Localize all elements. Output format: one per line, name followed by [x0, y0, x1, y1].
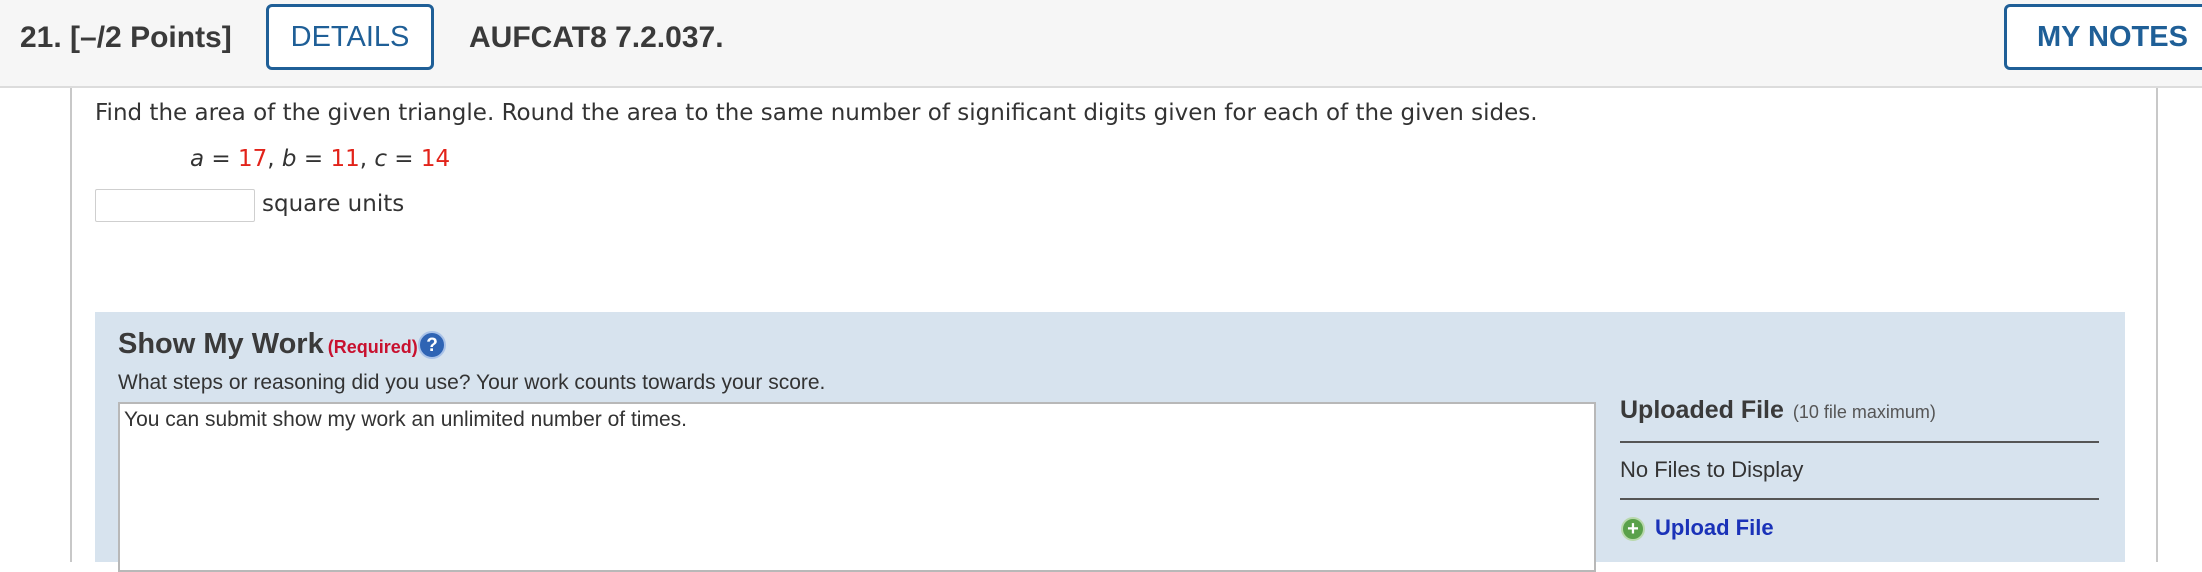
required-label: (Required)	[327, 337, 418, 357]
uploaded-file-max: (10 file maximum)	[1792, 402, 1936, 422]
question-prompt: Find the area of the given triangle. Rou…	[95, 100, 1538, 126]
show-my-work-title-text: Show My Work	[118, 328, 324, 360]
question-header: 21. [–/2 Points] DETAILS AUFCAT8 7.2.037…	[0, 0, 2202, 88]
side-c-var: c	[374, 146, 387, 172]
uploaded-file-title: Uploaded File	[1620, 396, 1784, 424]
problem-code: AUFCAT8 7.2.037.	[469, 21, 724, 54]
side-a-var: a	[190, 146, 205, 172]
answer-units: square units	[262, 191, 405, 217]
triangle-sides: a = 17, b = 11, c = 14	[190, 146, 451, 172]
side-c-value: 14	[420, 146, 451, 172]
side-a-value: 17	[238, 146, 268, 172]
divider	[1620, 498, 2099, 500]
divider	[1620, 441, 2099, 443]
show-my-work-subtitle: What steps or reasoning did you use? You…	[118, 371, 826, 394]
show-my-work-title: Show My Work (Required)	[118, 328, 418, 361]
no-files-message: No Files to Display	[1620, 457, 1804, 482]
help-icon[interactable]: ?	[418, 331, 446, 359]
details-button[interactable]: DETAILS	[266, 4, 434, 70]
side-b-var: b	[281, 146, 297, 172]
plus-circle-icon[interactable]: +	[1621, 517, 1645, 541]
area-answer-input[interactable]	[95, 189, 255, 222]
side-b-value: 11	[330, 146, 360, 172]
show-my-work-textarea[interactable]: You can submit show my work an unlimited…	[118, 402, 1596, 572]
upload-file-link[interactable]: Upload File	[1655, 515, 1774, 541]
question-points-label: 21. [–/2 Points]	[20, 21, 232, 54]
uploaded-file-heading: Uploaded File (10 file maximum)	[1620, 396, 1936, 425]
my-notes-button[interactable]: MY NOTES	[2004, 4, 2202, 70]
